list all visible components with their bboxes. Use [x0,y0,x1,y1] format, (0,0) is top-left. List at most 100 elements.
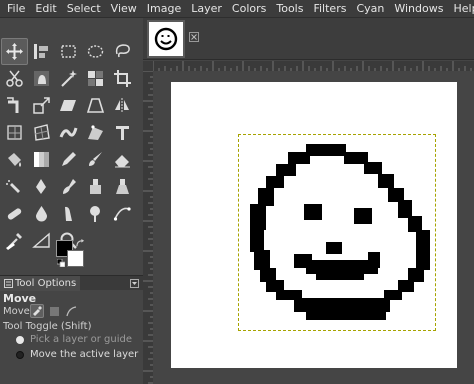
perspective-clone-tool[interactable] [109,173,136,200]
clone-tool[interactable] [82,173,109,200]
smiley-face-drawing [250,144,430,320]
gradient-tool[interactable] [28,146,55,173]
shear-tool[interactable] [55,92,82,119]
crop-tool[interactable] [109,65,136,92]
menu-cyan[interactable]: Cyan [351,0,389,18]
radio-pick-layer-indicator[interactable] [16,335,24,344]
image-tab-thumbnail[interactable] [147,20,185,58]
mypaint-brush-icon [63,179,76,194]
paintbrush-tool[interactable] [82,146,109,173]
free-select-tool[interactable] [109,38,136,65]
scale-tool[interactable] [28,92,55,119]
perspective-clone-icon [116,179,129,194]
background-color-swatch[interactable] [67,250,84,267]
ink-icon [36,179,46,194]
magic-wand-icon [61,70,77,87]
paths-icon [113,207,131,221]
horizontal-ruler[interactable] [153,61,474,71]
clone-icon [90,179,101,194]
eraser-icon [115,155,130,168]
crop-icon [114,70,131,87]
eraser-tool[interactable] [109,146,136,173]
tool-grid [1,38,136,254]
layer-mode-icon [33,306,42,316]
blur-tool[interactable] [28,200,55,227]
menu-help[interactable]: Help [448,0,474,18]
menu-edit[interactable]: Edit [30,0,61,18]
align-icon [34,44,48,59]
rotate-tool[interactable] [1,92,28,119]
flip-icon [115,98,129,113]
move-mode-label: Move: [3,306,34,317]
dodge-burn-tool[interactable] [82,200,109,227]
unified-transform-icon [34,124,50,141]
paths-tool[interactable] [109,200,136,227]
menu-layer[interactable]: Layer [186,0,227,18]
radio-pick-layer[interactable]: Pick a layer or guide [16,334,132,345]
radio-move-active-layer[interactable]: Move the active layer [16,349,138,360]
heal-icon [7,208,22,220]
cage-tool[interactable] [1,119,28,146]
ellipse-select-icon [87,45,104,58]
select-by-color-tool[interactable] [82,65,109,92]
measure-tool[interactable] [28,227,55,254]
perspective-icon [86,98,105,113]
dodge-burn-icon [90,206,100,222]
radio-move-active-layer-indicator[interactable] [16,350,24,359]
smiley-thumbnail-icon [154,27,178,51]
menu-image[interactable]: Image [142,0,186,18]
rect-select-icon [61,45,76,58]
vertical-ruler[interactable] [143,71,153,384]
bucket-fill-tool[interactable] [1,146,28,173]
swap-colors-icon[interactable] [76,239,85,248]
tool-options-tabbar: Tool Options [0,275,143,291]
measure-icon [32,232,50,248]
flip-tool[interactable] [109,92,136,119]
handle-transform-tool[interactable] [82,119,109,146]
move-selection-mode-button[interactable] [47,304,61,318]
path-mode-icon [65,305,76,316]
menu-view[interactable]: View [106,0,142,18]
heal-tool[interactable] [1,200,28,227]
scale-icon [33,97,50,114]
blur-icon [36,206,47,222]
foreground-select-tool[interactable] [28,65,55,92]
tab-tool-options[interactable]: Tool Options [0,276,81,291]
menu-colors[interactable]: Colors [227,0,271,18]
airbrush-tool[interactable] [1,173,28,200]
close-image-tab-icon[interactable] [189,32,199,42]
move-layer-mode-button[interactable] [30,304,44,318]
pencil-tool[interactable] [55,146,82,173]
radio-move-active-layer-label: Move the active layer [30,349,139,360]
unified-transform-tool[interactable] [28,119,55,146]
menu-select[interactable]: Select [62,0,106,18]
rotate-icon [7,97,19,113]
move-tool[interactable] [1,38,28,65]
color-picker-icon [6,233,22,250]
perspective-tool[interactable] [82,92,109,119]
ink-tool[interactable] [28,173,55,200]
fuzzy-select-tool[interactable] [55,65,82,92]
reset-colors-icon[interactable] [57,259,65,267]
vertical-ruler-ticks [143,71,153,384]
smudge-tool[interactable] [55,200,82,227]
scissors-select-tool[interactable] [1,65,28,92]
tool-options-icon [4,279,13,288]
tool-toggle-label: Tool Toggle (Shift) [3,321,92,332]
move-path-mode-button[interactable] [64,304,78,318]
ellipse-select-tool[interactable] [82,38,109,65]
color-picker-tool[interactable] [1,227,28,254]
menu-file[interactable]: File [2,0,30,18]
menu-windows[interactable]: Windows [389,0,448,18]
tab-menu-icon[interactable] [130,279,139,288]
menu-filters[interactable]: Filters [308,0,351,18]
mypaint-brush-tool[interactable] [55,173,82,200]
rect-select-tool[interactable] [55,38,82,65]
text-tool[interactable] [109,119,136,146]
menu-tools[interactable]: Tools [271,0,308,18]
align-tool[interactable] [28,38,55,65]
horizontal-ruler-ticks [153,61,472,71]
warp-transform-tool[interactable] [55,119,82,146]
foreground-select-icon [34,71,49,86]
text-icon [116,126,129,140]
